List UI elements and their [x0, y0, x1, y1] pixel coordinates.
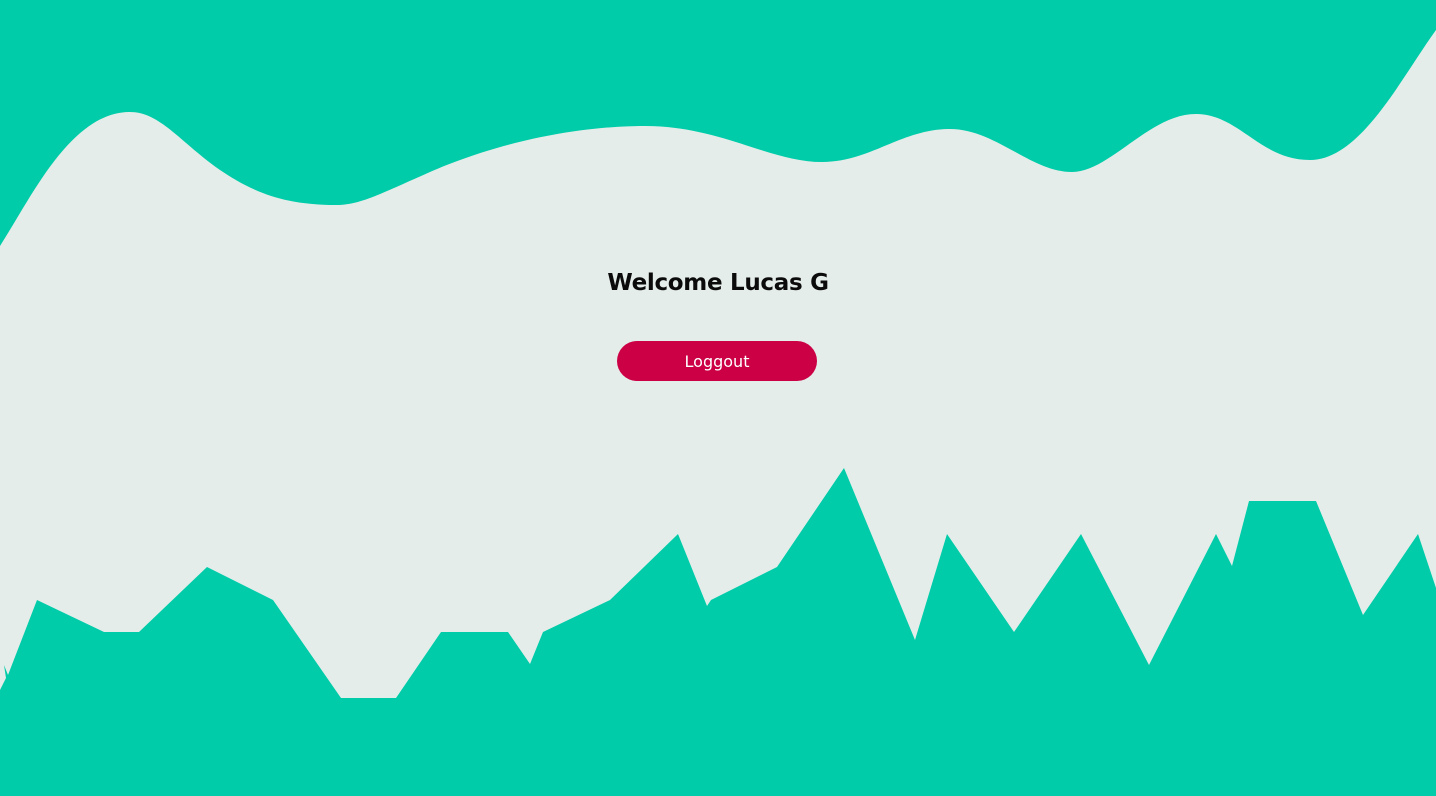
logout-button[interactable]: Loggout [617, 341, 817, 381]
page: Welcome Lucas G Loggout [0, 0, 1436, 796]
main-content: Welcome Lucas G Loggout [0, 0, 1436, 796]
welcome-heading: Welcome Lucas G [607, 270, 829, 296]
